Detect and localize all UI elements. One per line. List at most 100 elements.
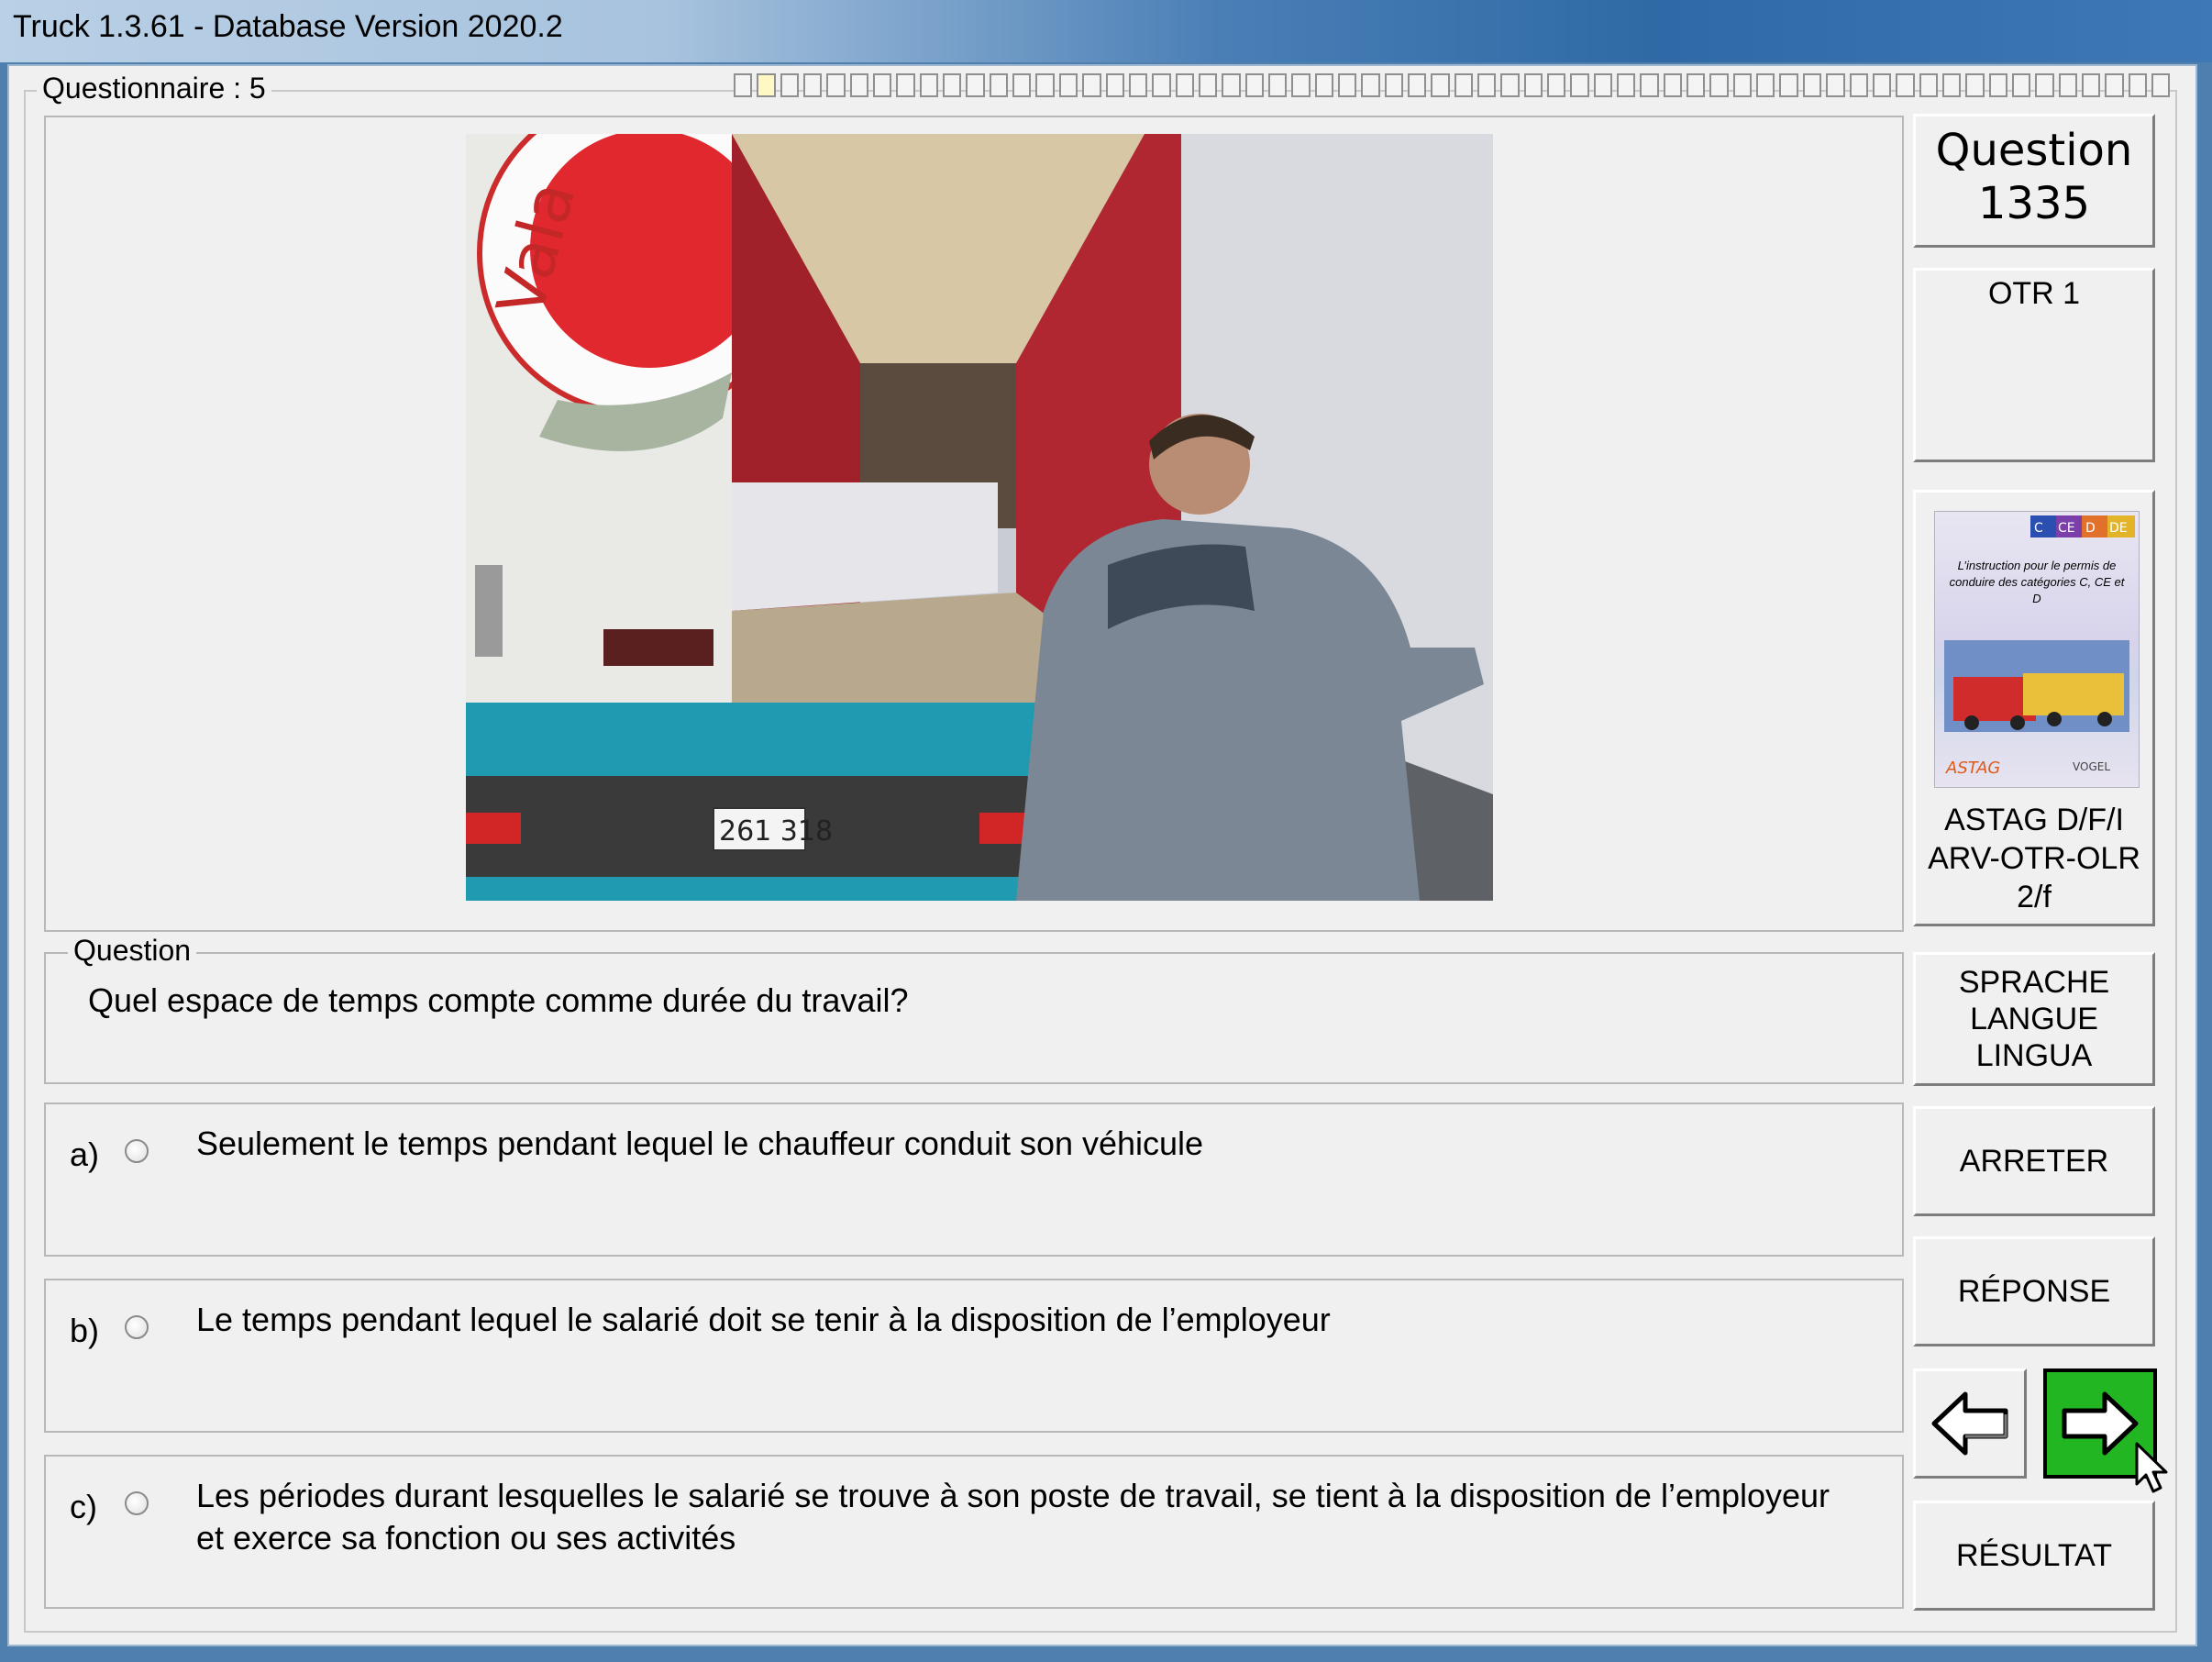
progress-tick [2128,73,2147,97]
language-label-fr: LANGUE [1970,1002,2098,1036]
progress-tick [803,73,823,97]
window-title: Truck 1.3.61 - Database Version 2020.2 [13,9,563,44]
answer-letter: a) [70,1136,100,1173]
book-caption-line: 2/f [2017,880,2052,914]
language-label-it: LINGUA [1975,1038,2093,1073]
book-panel: C CE D DE L’instruction pour le permis d… [1913,490,2155,926]
progress-tick [1756,73,1775,97]
badge-ce: CE [2058,521,2075,536]
progress-tick [1663,73,1683,97]
answer-b[interactable]: b) Le temps pendant lequel le salarié do… [44,1279,1904,1433]
progress-tick [1082,73,1101,97]
progress-tick [1175,73,1194,97]
progress-tick [780,73,800,97]
badge-de: DE [2109,521,2128,536]
progress-tick [1988,73,2007,97]
progress-tick [2081,73,2101,97]
progress-tick [1849,73,1868,97]
previous-button[interactable] [1913,1368,2027,1479]
progress-tick [1965,73,1985,97]
progress-tick [2011,73,2031,97]
book-cover-art: C CE D DE L’instruction pour le permis d… [1944,515,2135,778]
answer-text: Seulement le temps pendant lequel le cha… [196,1125,1204,1162]
book-cover-text: L’instruction pour le permis de conduire… [1949,559,2125,605]
book-caption-line: ASTAG D/F/I [1944,803,2124,837]
questionnaire-label: Questionnaire : 5 [37,72,271,105]
progress-tick [1547,73,1566,97]
progress-tick [1291,73,1311,97]
question-number-label: Question [1935,125,2133,176]
question-box: Quel espace de temps compte comme durée … [44,952,1904,1084]
progress-tick [1826,73,1845,97]
mouse-cursor-icon [2135,1442,2168,1493]
progress-tick [757,73,776,97]
question-photo: Vala 261 318 [466,134,1493,901]
answer-letter: b) [70,1312,100,1349]
answer-c[interactable]: c) Les périodes durant lesquelles le sal… [44,1455,1904,1609]
question-legend: Question [68,934,197,968]
category-panel: OTR 1 [1913,268,2155,462]
image-panel: Vala 261 318 [44,116,1904,932]
progress-tick [2035,73,2054,97]
publisher-astag: ASTAG [1945,759,2000,778]
answer-a-radio[interactable] [125,1139,149,1163]
progress-tick [966,73,985,97]
title-bar: Truck 1.3.61 - Database Version 2020.2 [0,0,2212,62]
answer-b-radio[interactable] [125,1315,149,1339]
stop-button[interactable]: ARRETER [1913,1106,2155,1216]
progress-tick [989,73,1009,97]
progress-tick [1523,73,1543,97]
progress-tick [1337,73,1357,97]
progress-tick [2151,73,2171,97]
book-caption-line: ARV-OTR-OLR [1928,841,2140,876]
progress-tick [1896,73,1915,97]
progress-tick [1732,73,1753,97]
progress-tick [1919,73,1938,97]
progress-tick [826,73,846,97]
progress-tick [1454,73,1473,97]
answer-a[interactable]: a) Seulement le temps pendant lequel le … [44,1102,1904,1257]
progress-tick [1058,73,1078,97]
progress-tick [1941,73,1962,97]
progress-tick [1617,73,1636,97]
result-button[interactable]: RÉSULTAT [1913,1501,2155,1611]
answer-button[interactable]: RÉPONSE [1913,1236,2155,1346]
progress-tick [1709,73,1729,97]
progress-tick [1105,73,1124,97]
main-window: Questionnaire : 5 Vala 261 318 Quel espa… [7,64,2197,1646]
question-number-panel: Question 1335 [1913,114,2155,248]
progress-tick [1593,73,1613,97]
answer-text: Les périodes durant lesquelles le salari… [196,1477,1830,1557]
badge-c: C [2034,521,2043,536]
book-caption: ASTAG D/F/I ARV-OTR-OLR 2/f [1916,801,2152,916]
progress-tick [1384,73,1403,97]
progress-tick [1570,73,1589,97]
progress-tick [1802,73,1822,97]
progress-tick [1222,73,1241,97]
progress-tick [1687,73,1706,97]
publisher-vogel: VOGEL [2073,760,2110,773]
progress-tick [1431,73,1450,97]
progress-tick [1128,73,1148,97]
progress-tick [734,73,753,97]
answer-letter: c) [70,1488,97,1525]
answer-c-radio[interactable] [125,1491,149,1515]
progress-tick [849,73,869,97]
progress-tick [1640,73,1659,97]
progress-tick [943,73,962,97]
language-button[interactable]: SPRACHE LANGUE LINGUA [1913,952,2155,1086]
progress-tick [896,73,915,97]
progress-tick [1872,73,1892,97]
truck-photo-illustration: Vala 261 318 [466,134,1493,901]
answer-text: Le temps pendant lequel le salarié doit … [196,1301,1331,1338]
progress-tick [873,73,892,97]
category-label: OTR 1 [1987,276,2081,311]
progress-tick [1198,73,1218,97]
progress-tick [1267,73,1288,97]
progress-tick [2105,73,2124,97]
arrow-right-icon [2062,1391,2139,1456]
progress-tick [1012,73,1032,97]
question-text: Quel espace de temps compte comme durée … [88,981,909,1019]
progress-bar [734,73,2171,103]
progress-tick [1407,73,1427,97]
